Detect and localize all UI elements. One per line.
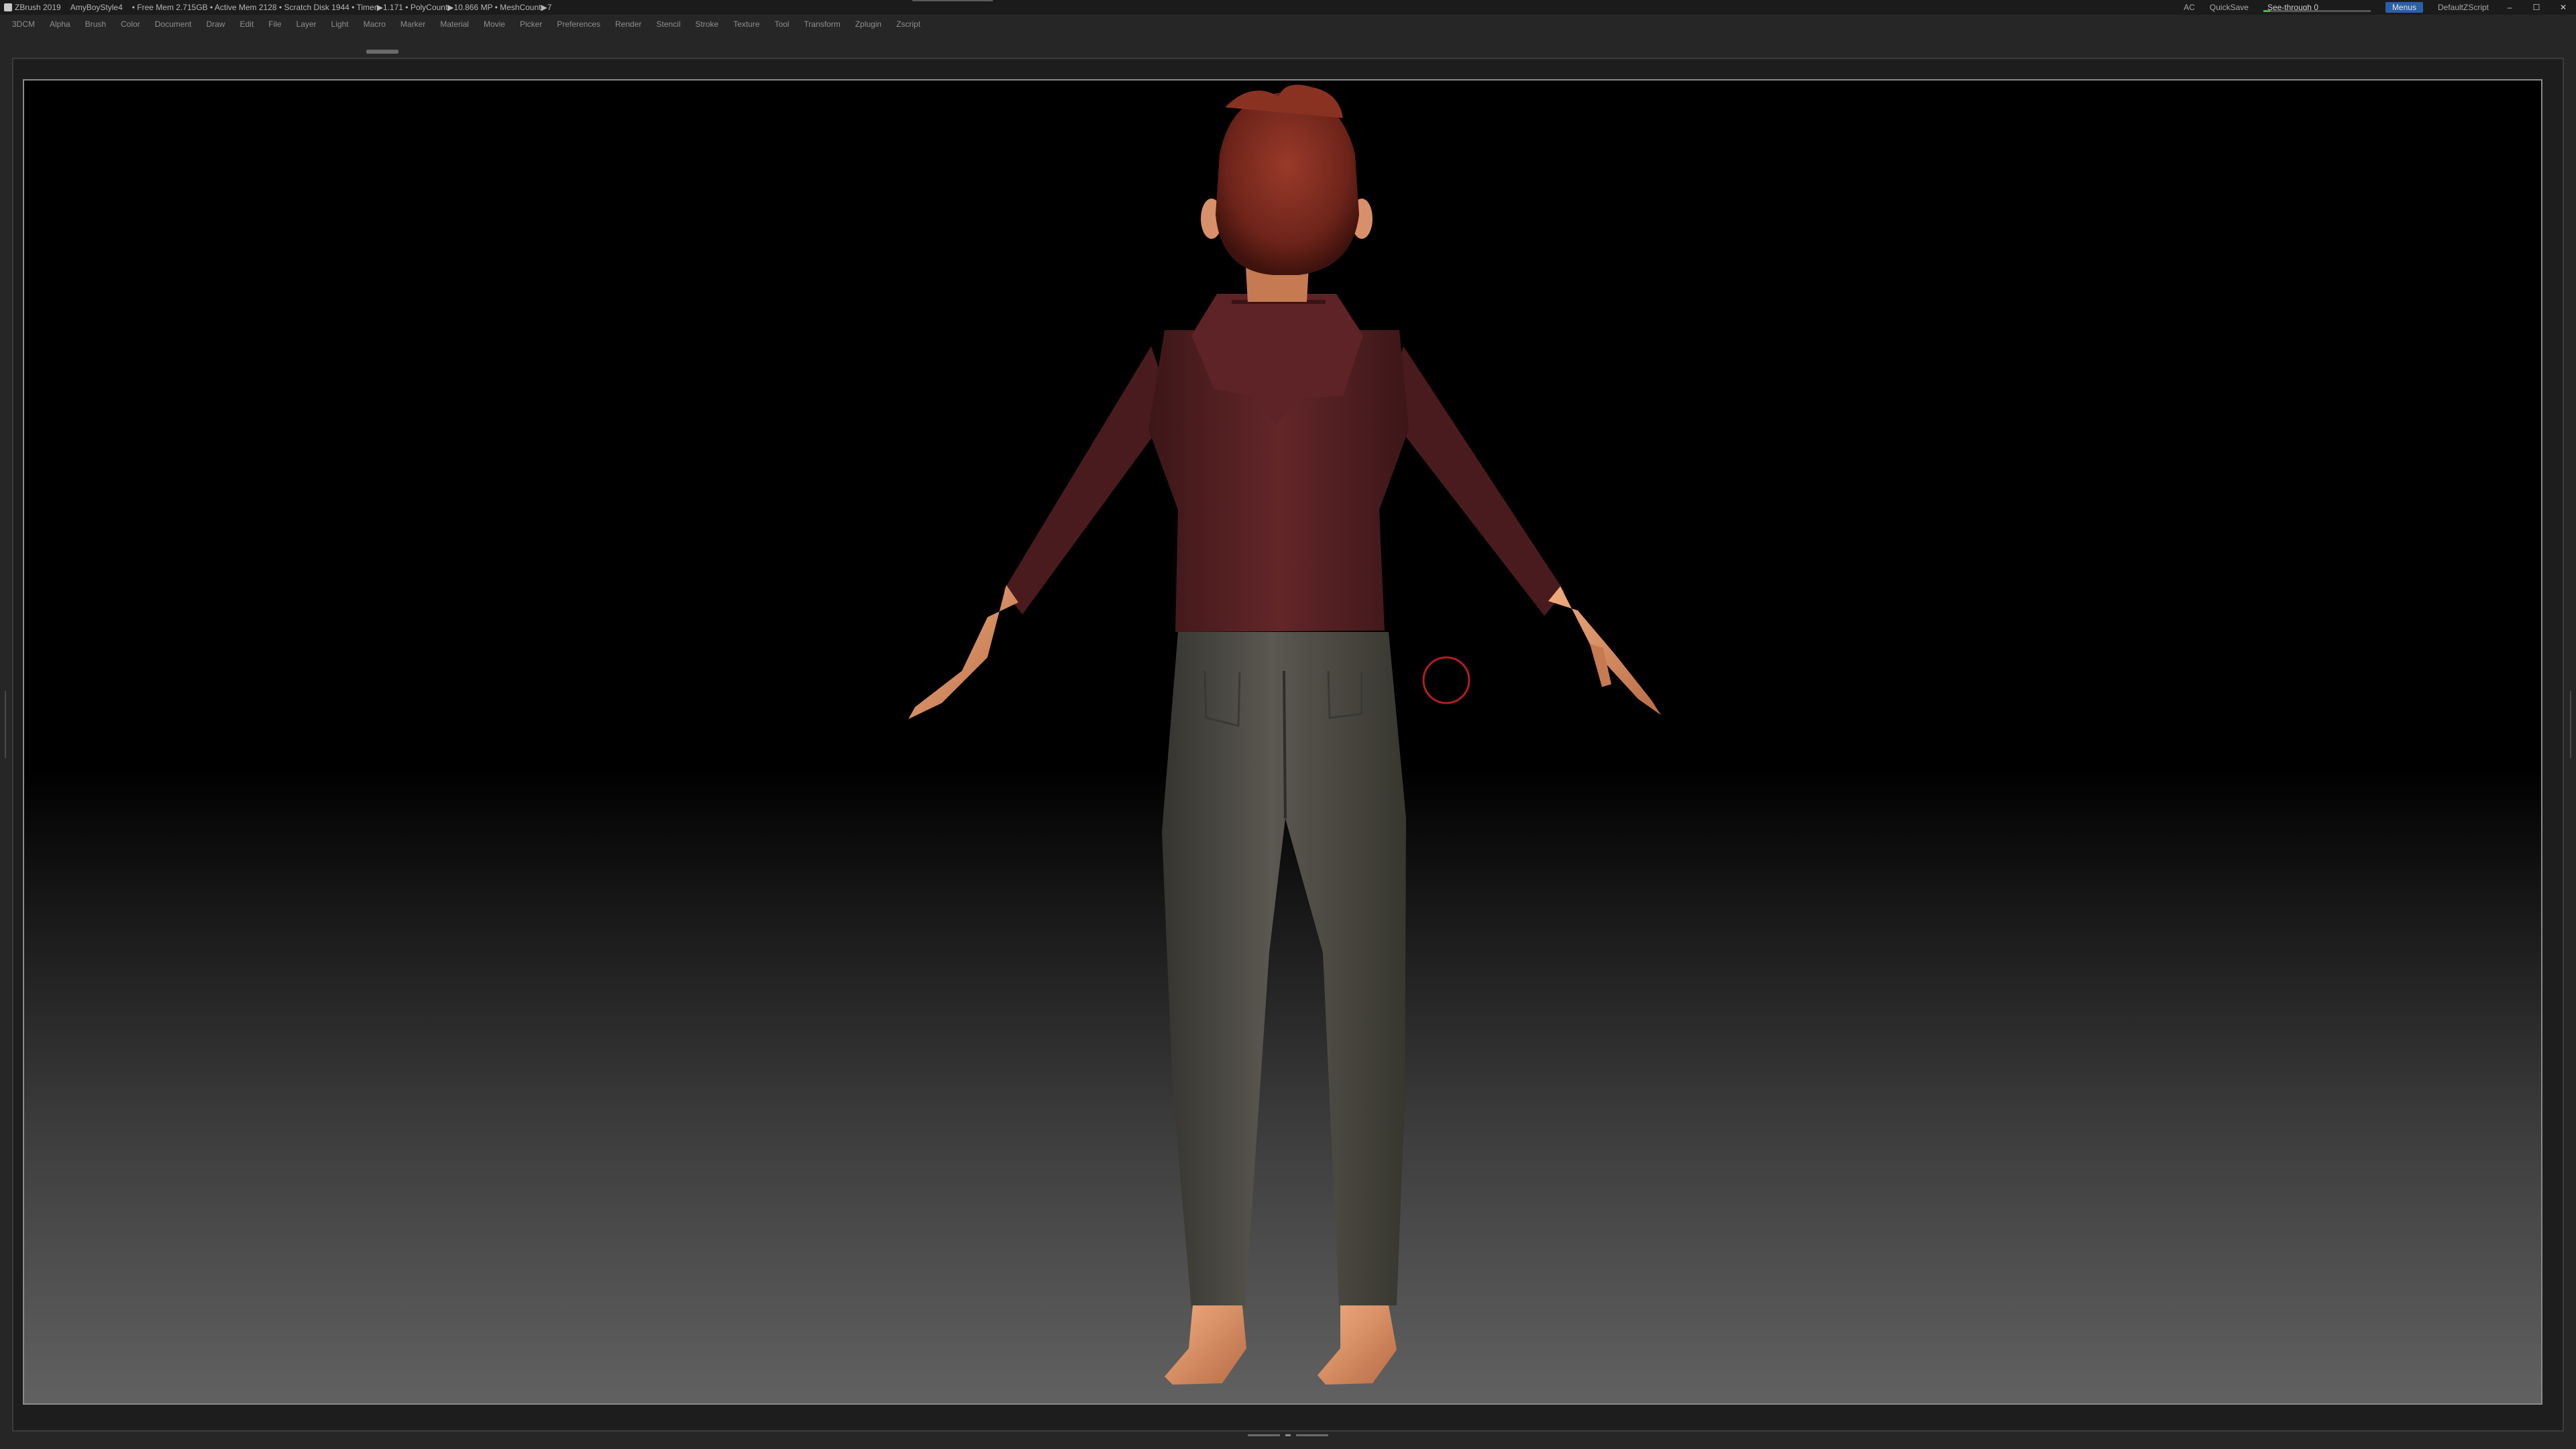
title-bar: ZBrush 2019 AmyBoyStyle4 • Free Mem 2.71… [0,0,2576,15]
menus-toggle[interactable]: Menus [2385,2,2423,13]
close-button[interactable]: ✕ [2557,3,2569,12]
title-controls: AC QuickSave See-through 0 Menus Default… [2184,0,2569,15]
default-zscript-button[interactable]: DefaultZScript [2438,3,2489,12]
quicksave-button[interactable]: QuickSave [2210,3,2249,12]
menu-transform[interactable]: Transform [804,19,840,29]
minimize-button[interactable]: – [2504,3,2516,12]
menu-render[interactable]: Render [615,19,641,29]
top-tray-handle[interactable] [912,0,993,1]
hoodie [1148,294,1409,632]
see-through-fill [2263,10,2270,12]
menu-stencil[interactable]: Stencil [656,19,680,29]
menu-3dcm[interactable]: 3DCM [12,19,35,29]
zbrush-app-icon [4,3,12,11]
hair [1216,85,1359,275]
menu-bar: 3DCM Alpha Brush Color Document Draw Edi… [0,15,2576,34]
brush-cursor-icon [1422,656,1470,704]
menu-texture[interactable]: Texture [733,19,759,29]
menu-draw[interactable]: Draw [206,19,225,29]
menu-light[interactable]: Light [331,19,349,29]
left-tray-handle[interactable] [3,691,8,758]
left-tray-grip[interactable] [366,50,398,54]
ac-button[interactable]: AC [2184,3,2195,12]
right-tray-handle[interactable] [2568,691,2573,758]
menu-color[interactable]: Color [121,19,140,29]
feet [1165,1305,1397,1385]
menu-zplugin[interactable]: Zplugin [855,19,881,29]
menu-preferences[interactable]: Preferences [557,19,600,29]
memory-stats: • Free Mem 2.715GB • Active Mem 2128 • S… [131,3,552,12]
menu-movie[interactable]: Movie [484,19,505,29]
app-name: ZBrush 2019 [15,3,61,12]
menu-material[interactable]: Material [440,19,469,29]
menu-brush[interactable]: Brush [85,19,106,29]
character-model [908,85,1661,1385]
menu-document[interactable]: Document [155,19,192,29]
menu-marker[interactable]: Marker [400,19,425,29]
menu-file[interactable]: File [268,19,281,29]
left-arm [908,346,1173,719]
menu-layer[interactable]: Layer [297,19,317,29]
project-name: AmyBoyStyle4 [70,3,123,12]
menu-edit[interactable]: Edit [239,19,254,29]
title-info: ZBrush 2019 AmyBoyStyle4 • Free Mem 2.71… [15,3,551,12]
maximize-button[interactable]: ☐ [2530,3,2542,12]
menu-tool[interactable]: Tool [774,19,789,29]
menu-stroke[interactable]: Stroke [695,19,718,29]
menu-macro[interactable]: Macro [364,19,386,29]
see-through-track [2263,10,2371,12]
see-through-slider[interactable]: See-through 0 [2263,3,2371,12]
menu-alpha[interactable]: Alpha [50,19,70,29]
pants [1162,632,1406,1308]
bottom-tray-grip[interactable] [1248,1433,1328,1437]
menu-picker[interactable]: Picker [520,19,542,29]
document-viewport[interactable] [23,79,2542,1405]
menu-zscript[interactable]: Zscript [896,19,920,29]
